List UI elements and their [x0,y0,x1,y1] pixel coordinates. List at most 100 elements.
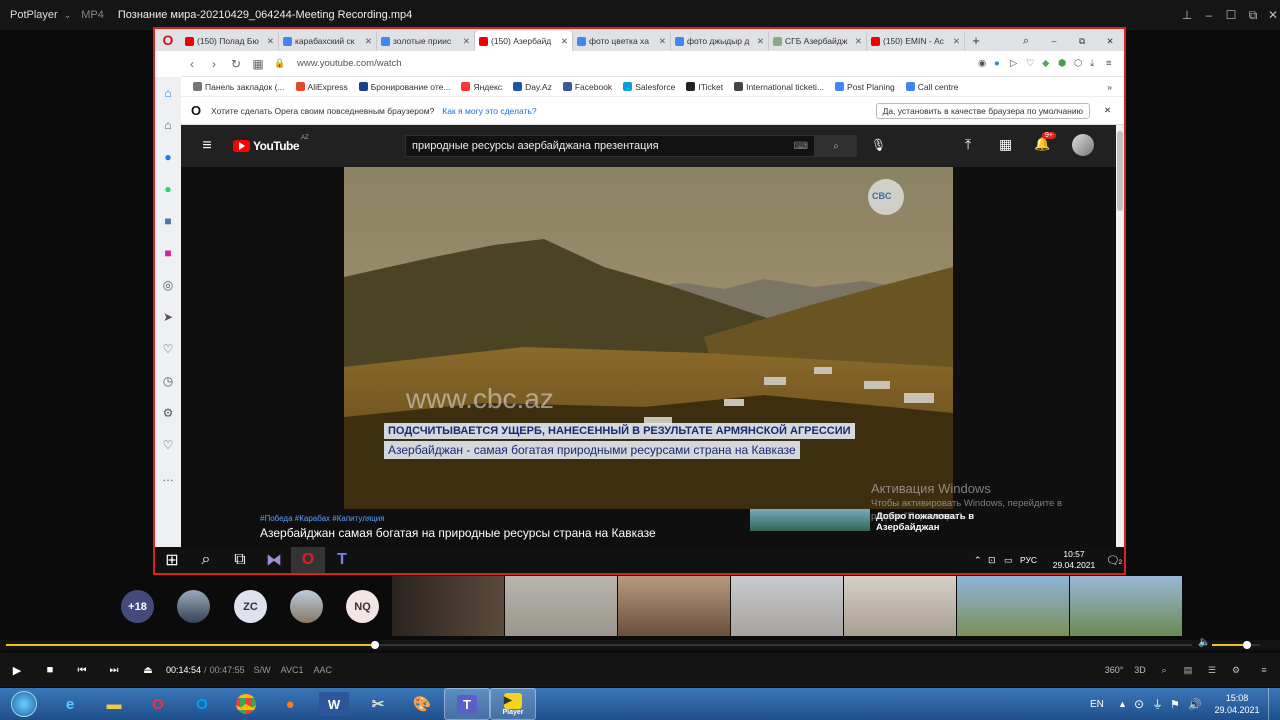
start-orb-icon[interactable] [0,688,48,720]
bookmark-item[interactable]: International ticketi... [734,82,824,92]
vk-icon[interactable]: ■ [155,205,181,237]
eject-button[interactable]: ⏏ [130,665,166,676]
word-icon[interactable]: W [319,692,349,716]
battery-icon[interactable]: ▭ [1004,555,1020,566]
cube-icon[interactable]: ⬡ [1074,58,1090,69]
pin-location-icon[interactable]: ♡ [155,429,181,461]
camera-icon[interactable]: ◉ [978,58,994,69]
video-player[interactable]: CBC www.cbc.az ПОДСЧИТЫВАЕТСЯ УЩЕРБ, НАН… [344,167,953,509]
instagram-icon[interactable]: ■ [155,237,181,269]
participant-initials-zc[interactable]: ZC [234,590,267,623]
more-participants-button[interactable]: +18 [121,590,154,623]
bookmark-item[interactable]: Бронирование оте... [358,82,450,92]
paint-icon[interactable]: 🎨 [400,688,444,720]
tray-flag-icon[interactable]: ⚑ [1170,698,1188,711]
tray-arrow-icon[interactable]: ⌃ [974,555,988,566]
volume-icon[interactable]: 🔈 [1198,637,1210,648]
video-tile[interactable] [957,576,1069,636]
tab-close-icon[interactable]: ✕ [659,36,666,47]
video-tile[interactable] [1070,576,1182,636]
hashtags[interactable]: #Победа #Карабах #Капитуляция [260,514,385,523]
settings-icon[interactable]: ⚙ [155,397,181,429]
opera-taskbar-icon[interactable]: O [291,547,325,573]
whatsapp-icon[interactable]: ● [155,173,181,205]
browser-tab[interactable]: (150) EMIN - Ас ✕ [867,31,965,51]
tab-close-icon[interactable]: ✕ [463,36,470,47]
adblock-icon[interactable]: ⬢ [1058,58,1074,69]
more-icon[interactable]: … [155,461,181,493]
audio-codec-tag[interactable]: AAC [313,665,332,675]
potplayer-taskbar-button[interactable]: ▶ Player [490,688,536,720]
bookmark-item[interactable]: Панель закладок (... [193,82,285,92]
restore-button[interactable]: ⧉ [1242,0,1264,30]
ie-icon[interactable]: e [48,688,92,720]
bookmark-item[interactable]: Post Planing [835,82,895,92]
browser-tab[interactable]: фото цветка ха ✕ [573,31,671,51]
network-icon[interactable]: ⊡ [988,555,1004,566]
heart-outline-icon[interactable]: ♡ [1026,58,1042,69]
opera-icon[interactable]: O [136,688,180,720]
search-button[interactable]: ⌕ [815,135,857,157]
teams-icon[interactable]: T [444,688,490,720]
menu-icon[interactable]: ≡ [1106,58,1124,69]
3d-button[interactable]: 3D [1128,665,1152,675]
search-input[interactable]: природные ресурсы азербайджана презентац… [405,135,815,157]
search-tabs-icon[interactable]: ⌕ [1012,31,1040,51]
browser-tab[interactable]: карабахский ск ✕ [279,31,377,51]
chrome-icon[interactable] [224,688,268,720]
tab-close-icon[interactable]: ✕ [561,36,568,47]
explorer-icon[interactable]: ▬ [92,688,136,720]
browser-tab[interactable]: (150) Азербайд ✕ [475,31,573,51]
volume-handle[interactable] [1242,641,1251,649]
extension-icon[interactable]: ◆ [1042,58,1058,69]
tab-close-icon[interactable]: ✕ [757,36,764,47]
seek-bar[interactable]: 🔈 [0,637,1280,650]
hamburger-menu-icon[interactable]: ≡ [181,137,233,155]
apps-grid-icon[interactable]: ▦ [999,136,1012,153]
forward-icon[interactable]: › [203,57,225,71]
bookmark-item[interactable]: ITicket [686,82,723,92]
previous-button[interactable]: ⏮ [66,665,98,676]
bookmark-item[interactable]: AliExpress [295,82,348,92]
capture-icon[interactable]: ⌕ [1152,665,1176,676]
tab-close-icon[interactable]: ✕ [267,36,274,47]
banner-how-link[interactable]: Как я могу это сделать? [442,106,536,116]
player-icon[interactable]: ◎ [155,269,181,301]
browser-tab[interactable]: фото джыдыр д ✕ [671,31,769,51]
potplayer-menu-button[interactable]: PotPlayer [0,9,64,21]
video-tile[interactable] [844,576,956,636]
maximize-button[interactable]: ☐ [1220,0,1242,30]
bookmark-item[interactable]: Яндекс [461,82,502,92]
browser-minimize-button[interactable]: – [1040,31,1068,51]
tab-close-icon[interactable]: ✕ [365,36,372,47]
back-icon[interactable]: ‹ [181,57,203,71]
search-taskbar-icon[interactable]: ⌕ [189,551,223,569]
tray-volume-icon[interactable]: 🔊 [1188,698,1206,711]
vr-button[interactable]: 360° [1100,665,1128,675]
participant-avatar-animal[interactable] [290,590,323,623]
seek-handle[interactable] [370,641,379,649]
video-codec-tag[interactable]: AVC1 [281,665,304,675]
bookmark-item[interactable]: Day.Az [513,82,552,92]
tab-close-icon[interactable]: ✕ [855,36,862,47]
help-icon[interactable]: ⊙ [1134,697,1152,711]
teams-taskbar-icon[interactable]: T [325,551,359,569]
speed-dial-icon[interactable]: ⌂ [155,77,181,109]
url-field[interactable]: www.youtube.com/watch [291,58,891,69]
video-tile[interactable] [731,576,843,636]
opera-logo-icon[interactable]: O [155,29,181,51]
participant-avatar-car[interactable] [177,590,210,623]
bookmark-item[interactable]: Call centre [905,82,958,92]
messenger-icon[interactable]: ● [155,141,181,173]
sw-tag[interactable]: S/W [254,665,271,675]
keyboard-icon[interactable]: ⌨ [794,141,808,152]
browser-maximize-button[interactable]: ⧉ [1068,31,1096,51]
app-icon[interactable]: ⧓ [257,550,291,570]
upload-icon[interactable]: ⤒ [965,136,971,153]
stop-button[interactable]: ■ [34,664,66,676]
video-tile[interactable] [618,576,730,636]
close-button[interactable]: ✕ [1262,0,1280,30]
tray-expand-icon[interactable]: ▲ [1118,699,1134,709]
show-desktop-button[interactable] [1268,688,1280,720]
lang-indicator[interactable]: РУС [1020,555,1046,565]
